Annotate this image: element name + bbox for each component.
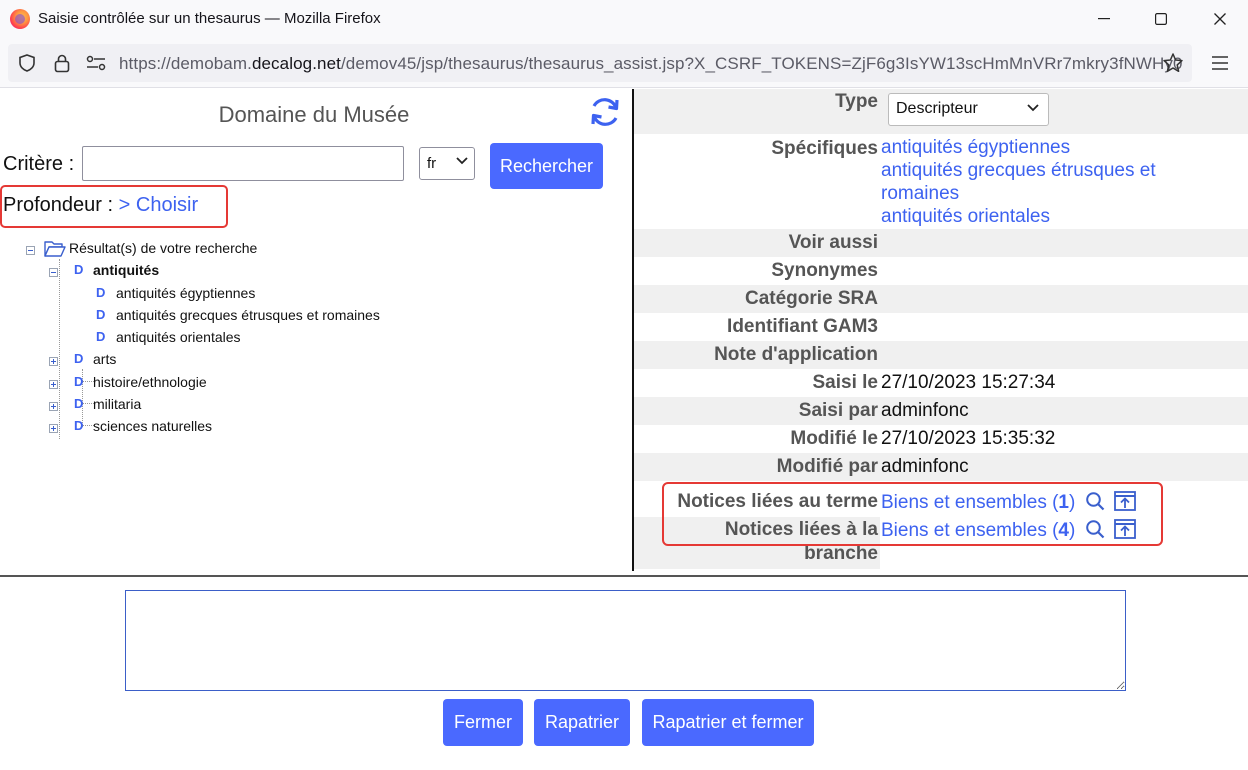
descriptor-icon: D (96, 307, 106, 322)
open-folder-icon (44, 241, 66, 257)
tree-item-egyptiennes[interactable]: antiquités égyptiennes (116, 285, 255, 301)
specifique-link-grecques[interactable]: antiquités grecques étrusques et (881, 160, 1156, 182)
tree-root-label[interactable]: Résultat(s) de votre recherche (69, 240, 257, 256)
tree-item-histoire[interactable]: histoire/ethnologie (93, 374, 207, 390)
tree-item-orientales[interactable]: antiquités orientales (116, 329, 241, 345)
descriptor-icon: D (74, 374, 84, 389)
domain-title: Domaine du Musée (218, 102, 410, 127)
tree-connector (59, 259, 60, 439)
close-icon (1214, 13, 1226, 25)
specifiques-label: Spécifiques (771, 138, 878, 159)
saisi-le-label: Saisi le (812, 372, 879, 393)
criterion-input[interactable] (82, 146, 404, 181)
saisi-le-value: 27/10/2023 15:27:34 (881, 372, 1056, 393)
depth-row: Profondeur : > Choisir (3, 194, 198, 217)
url-path: /demov45/jsp/thesaurus/thesaurus_assist.… (340, 54, 1183, 73)
note-label: Note d'application (714, 344, 878, 365)
notices-branche-label-line2: branche (804, 543, 878, 564)
expand-toggle[interactable] (49, 424, 58, 433)
depth-choose-link[interactable]: > Choisir (119, 194, 198, 216)
descriptor-icon: D (96, 329, 106, 344)
type-select[interactable]: Descripteur (888, 93, 1049, 126)
categorie-label: Catégorie SRA (744, 288, 878, 309)
row-type: Type Descripteur (634, 89, 1248, 134)
permissions-icon[interactable] (84, 51, 108, 75)
collapse-toggle[interactable] (26, 246, 35, 255)
type-label: Type (835, 91, 878, 112)
notices-highlight-box (662, 482, 1163, 546)
language-select-value: fr (427, 155, 437, 172)
row-specifiques: Spécifiques antiquités égyptiennes antiq… (634, 134, 1248, 229)
search-pane: Domaine du Musée Critère : fr Rechercher… (0, 89, 632, 571)
row-saisi-par: Saisi par adminfonc (634, 397, 1248, 425)
row-modifie-par: Modifié par adminfonc (634, 453, 1248, 481)
page-content: Domaine du Musée Critère : fr Rechercher… (0, 89, 1248, 770)
identifiant-label: Identifiant GAM3 (727, 316, 878, 337)
maximize-icon (1155, 13, 1167, 25)
tree-item-sciences[interactable]: sciences naturelles (93, 418, 212, 434)
voir-aussi-label: Voir aussi (788, 232, 878, 253)
maximize-button[interactable] (1133, 0, 1189, 38)
tree-item-militaria[interactable]: militaria (93, 396, 141, 412)
expand-toggle[interactable] (49, 380, 58, 389)
descriptor-icon: D (74, 418, 84, 433)
descriptor-icon: D (74, 396, 84, 411)
minimize-button[interactable] (1076, 0, 1132, 38)
row-note: Note d'application (634, 341, 1248, 369)
modifie-par-label: Modifié par (776, 456, 878, 477)
chevron-down-icon (456, 157, 468, 165)
minimize-icon (1098, 18, 1110, 20)
import-button[interactable]: Rapatrier (534, 699, 630, 746)
window-title: Saisie contrôlée sur un thesaurus — Mozi… (38, 10, 381, 27)
modifie-le-value: 27/10/2023 15:35:32 (881, 428, 1056, 449)
navigation-bar: https://demobam.decalog.net/demov45/jsp/… (0, 38, 1248, 88)
selection-textarea[interactable] (125, 590, 1126, 691)
modifie-par-value: adminfonc (881, 456, 969, 477)
expand-toggle[interactable] (49, 402, 58, 411)
row-voir-aussi: Voir aussi (634, 229, 1248, 257)
lock-icon[interactable] (50, 51, 74, 75)
collapse-toggle[interactable] (49, 268, 58, 277)
search-button[interactable]: Rechercher (490, 143, 603, 189)
chevron-down-icon (1027, 104, 1039, 112)
specifique-link-egyptiennes[interactable]: antiquités égyptiennes (881, 137, 1070, 159)
tree-item-grecques[interactable]: antiquités grecques étrusques et romaine… (116, 307, 380, 323)
specifique-link-orientales[interactable]: antiquités orientales (881, 206, 1050, 228)
title-bar: Saisie contrôlée sur un thesaurus — Mozi… (0, 0, 1248, 38)
close-button[interactable]: Fermer (443, 699, 523, 746)
row-categorie: Catégorie SRA (634, 285, 1248, 313)
row-synonymes: Synonymes (634, 257, 1248, 285)
tree-item-antiquites[interactable]: antiquités (93, 262, 159, 278)
menu-hamburger-icon[interactable] (1208, 51, 1232, 75)
expand-toggle[interactable] (49, 357, 58, 366)
language-select[interactable]: fr (419, 147, 475, 180)
row-saisi-le: Saisi le 27/10/2023 15:27:34 (634, 369, 1248, 397)
url-text[interactable]: https://demobam.decalog.net/demov45/jsp/… (119, 54, 1183, 74)
bookmark-star-icon[interactable] (1161, 51, 1185, 75)
saisi-par-value: adminfonc (881, 400, 969, 421)
horizontal-divider[interactable] (0, 575, 1248, 577)
modifie-le-label: Modifié le (790, 428, 878, 449)
descriptor-icon: D (74, 262, 84, 277)
criterion-label: Critère : (3, 153, 75, 175)
term-details-pane: Type Descripteur Spécifiques antiquités … (634, 89, 1248, 571)
url-host: decalog.net (251, 54, 341, 73)
type-select-value: Descripteur (896, 100, 978, 117)
url-prefix: https://demobam. (119, 54, 252, 73)
tree-item-arts[interactable]: arts (93, 351, 116, 367)
row-identifiant: Identifiant GAM3 (634, 313, 1248, 341)
row-modifie-le: Modifié le 27/10/2023 15:35:32 (634, 425, 1248, 453)
shield-icon[interactable] (15, 51, 39, 75)
firefox-logo-icon (10, 9, 30, 29)
refresh-icon[interactable] (588, 95, 622, 129)
saisi-par-label: Saisi par (798, 400, 878, 421)
synonymes-label: Synonymes (771, 260, 878, 281)
close-window-button[interactable] (1192, 0, 1248, 38)
descriptor-icon: D (96, 285, 106, 300)
descriptor-icon: D (74, 351, 84, 366)
depth-label: Profondeur : (3, 194, 114, 216)
import-and-close-button[interactable]: Rapatrier et fermer (642, 699, 814, 746)
specifique-link-grecques-cont[interactable]: romaines (881, 183, 959, 205)
